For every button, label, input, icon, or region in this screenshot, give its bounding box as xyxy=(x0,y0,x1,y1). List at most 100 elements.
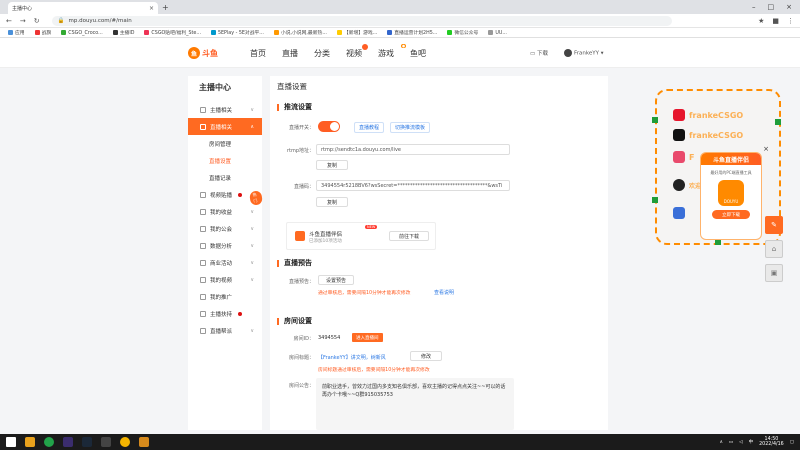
user-menu[interactable]: FrankeYY ▾ xyxy=(563,49,603,57)
sidebar-item-my-video[interactable]: 我的视频 ∨ xyxy=(188,271,262,288)
popup-download-button[interactable]: 立即下载 xyxy=(712,210,750,219)
bookmark-item[interactable]: 应用 xyxy=(8,29,25,36)
menu-icon[interactable]: ⋮ xyxy=(787,17,794,25)
monitor-icon xyxy=(200,123,206,130)
sidebar-item-my-income[interactable]: 我的收益 ∨ xyxy=(188,203,262,220)
live-switch-label: 直播开关： xyxy=(288,125,314,131)
set-preview-button[interactable]: 设置预告 xyxy=(318,275,354,285)
extension-icon[interactable]: ■ xyxy=(772,17,779,25)
forward-icon[interactable]: → xyxy=(20,17,26,25)
rtmp-address-field[interactable]: rtmp://sendtc1a.douyu.com/live xyxy=(316,144,510,155)
resize-handle[interactable] xyxy=(775,119,781,125)
reload-icon[interactable]: ↻ xyxy=(34,17,40,25)
overlay-row-weibo: frankeCSGO xyxy=(673,109,743,121)
chrome-icon[interactable] xyxy=(120,437,130,447)
tiktok-icon xyxy=(673,129,685,141)
network-icon[interactable]: ▭ xyxy=(729,440,733,445)
edit-icon[interactable]: ✎ xyxy=(765,216,783,234)
sidebar-item-anchor-related[interactable]: 主播相关 ∨ xyxy=(188,101,262,118)
windows-start-icon[interactable] xyxy=(6,437,16,447)
avatar xyxy=(563,49,572,57)
wallet-icon xyxy=(200,208,206,215)
bookmark-item[interactable]: CSGO贴吧/福利_Ste... xyxy=(144,29,201,36)
main-panel: 直播设置 推流设置 直播开关： 直播教程 切换推流模板 rtmp地址： rtmp… xyxy=(270,76,608,430)
switch-template-link[interactable]: 切换推流模板 xyxy=(390,122,431,133)
app-icon[interactable] xyxy=(101,437,111,447)
sidebar-item-business[interactable]: 商业活动 ∨ xyxy=(188,254,262,271)
user-icon xyxy=(200,106,206,113)
new-tab-icon[interactable]: + xyxy=(162,3,169,12)
notification-icon[interactable]: ▢ xyxy=(790,440,794,445)
room-notice-box[interactable]: 前职业选手，曾效力过国内多支知名俱乐部，喜欢主播的记得点点关注~~可以的话再办个… xyxy=(316,378,514,430)
screenshot-icon[interactable]: ▣ xyxy=(765,264,783,282)
sidebar-item-my-guild[interactable]: 我的公会 ∨ xyxy=(188,220,262,237)
sidebar-item-anchor-support[interactable]: 主播扶持 xyxy=(188,305,262,322)
file-explorer-icon[interactable] xyxy=(25,437,35,447)
view-instructions-link[interactable]: 查看说明 xyxy=(434,289,454,296)
stream-code-field[interactable]: 3494554r5218BV6?wsSecret=***************… xyxy=(316,180,510,191)
clock[interactable]: 14:50 2022/4/16 xyxy=(759,437,784,447)
sidebar-item-my-promo[interactable]: 我的推广 xyxy=(188,288,262,305)
bookmark-item[interactable]: 主播ID xyxy=(112,29,134,36)
bookmark-item[interactable]: 小说,小说网,最新热... xyxy=(273,29,327,36)
modify-title-button[interactable]: 修改 xyxy=(410,351,442,361)
douyu-logo[interactable]: 鱼 斗鱼 xyxy=(188,44,224,62)
enter-room-button[interactable]: 进入直播间 xyxy=(352,333,383,342)
go-download-button[interactable]: 前往下载 xyxy=(389,231,429,241)
page-title: 直播设置 xyxy=(277,82,307,91)
app-icon[interactable] xyxy=(63,437,73,447)
volume-icon[interactable]: ◁ xyxy=(739,440,742,445)
live-switch-toggle[interactable] xyxy=(318,121,340,132)
bookmark-item[interactable]: CSGO_Croco... xyxy=(61,29,103,36)
nav-category[interactable]: 分类 xyxy=(314,48,330,59)
ime-icon[interactable]: 中 xyxy=(749,439,754,445)
nav-video-badge xyxy=(362,44,368,50)
back-icon[interactable]: ← xyxy=(6,17,12,25)
copy-rtmp-button[interactable]: 复制 xyxy=(316,160,348,170)
bookmark-item[interactable]: 直播运营计划2H5... xyxy=(387,29,437,36)
nav-video[interactable]: 视频 xyxy=(346,44,368,59)
url-input[interactable]: 🔒 mp.douyu.com/#/main xyxy=(51,15,672,26)
bookmark-item[interactable]: 5EPlay - 5E对战平... xyxy=(210,29,264,36)
close-icon[interactable]: × xyxy=(763,145,769,153)
bookmark-item[interactable]: 微信公众号 xyxy=(447,29,478,36)
nav-game-badge: ● xyxy=(400,44,406,48)
app-icon[interactable] xyxy=(44,437,54,447)
download-link[interactable]: ▭ 下载 xyxy=(530,49,548,57)
star-icon[interactable]: ★ xyxy=(758,17,764,25)
close-tab-icon[interactable]: × xyxy=(149,5,154,12)
sidebar-item-live-helper[interactable]: 直播帮派 ∨ xyxy=(188,322,262,339)
resize-handle[interactable] xyxy=(652,117,658,123)
sidebar-item-live-related[interactable]: 直播相关 ∧ xyxy=(188,118,262,135)
nav-game[interactable]: 游戏 ● xyxy=(378,44,406,59)
copy-code-button[interactable]: 复制 xyxy=(316,197,348,207)
close-window-icon[interactable]: × xyxy=(786,3,792,11)
browser-tab[interactable]: 主播中心 × xyxy=(8,2,158,14)
sidebar-sub-room-manage[interactable]: 房间管理 xyxy=(188,135,262,152)
app-icon xyxy=(673,151,685,163)
nav-home[interactable]: 首页 xyxy=(250,48,266,59)
bookmark-item[interactable]: 【新增】游戏... xyxy=(336,29,377,36)
steam-icon[interactable] xyxy=(82,437,92,447)
chevron-up-icon[interactable]: ∧ xyxy=(720,440,723,445)
bookmark-item[interactable]: UU... xyxy=(488,29,507,36)
nav-fishbar[interactable]: 鱼吧 xyxy=(410,48,426,59)
chevron-up-icon: ∧ xyxy=(250,123,254,130)
minimize-icon[interactable]: – xyxy=(752,3,756,11)
companion-popup: 斗鱼直播伴侣 最好用的PC端直播工具 DOUYU 立即下载 × xyxy=(700,145,769,240)
star-icon xyxy=(200,310,206,317)
sidebar-item-video-upload[interactable]: 视频贴播 热门 xyxy=(188,186,263,206)
maximize-icon[interactable]: □ xyxy=(768,3,775,11)
sidebar: 主播中心 主播相关 ∨ 直播相关 ∧ 房间管理 直播设置 直播记录 视频贴播 热门 我… xyxy=(188,76,263,430)
live-tutorial-link[interactable]: 直播教程 xyxy=(354,122,385,133)
bookmark-item[interactable]: 战旗 xyxy=(34,29,51,36)
app-icon[interactable] xyxy=(139,437,149,447)
resize-handle[interactable] xyxy=(652,197,658,203)
side-toolbar: ✎ ⌂ ▣ xyxy=(765,216,785,288)
home-icon[interactable]: ⌂ xyxy=(765,240,783,258)
qq-icon xyxy=(673,179,685,191)
nav-live[interactable]: 直播 xyxy=(282,48,298,59)
sidebar-sub-live-settings[interactable]: 直播设置 xyxy=(188,152,262,169)
sidebar-sub-live-record[interactable]: 直播记录 xyxy=(188,169,262,186)
sidebar-item-data-analysis[interactable]: 数据分析 ∨ xyxy=(188,237,262,254)
